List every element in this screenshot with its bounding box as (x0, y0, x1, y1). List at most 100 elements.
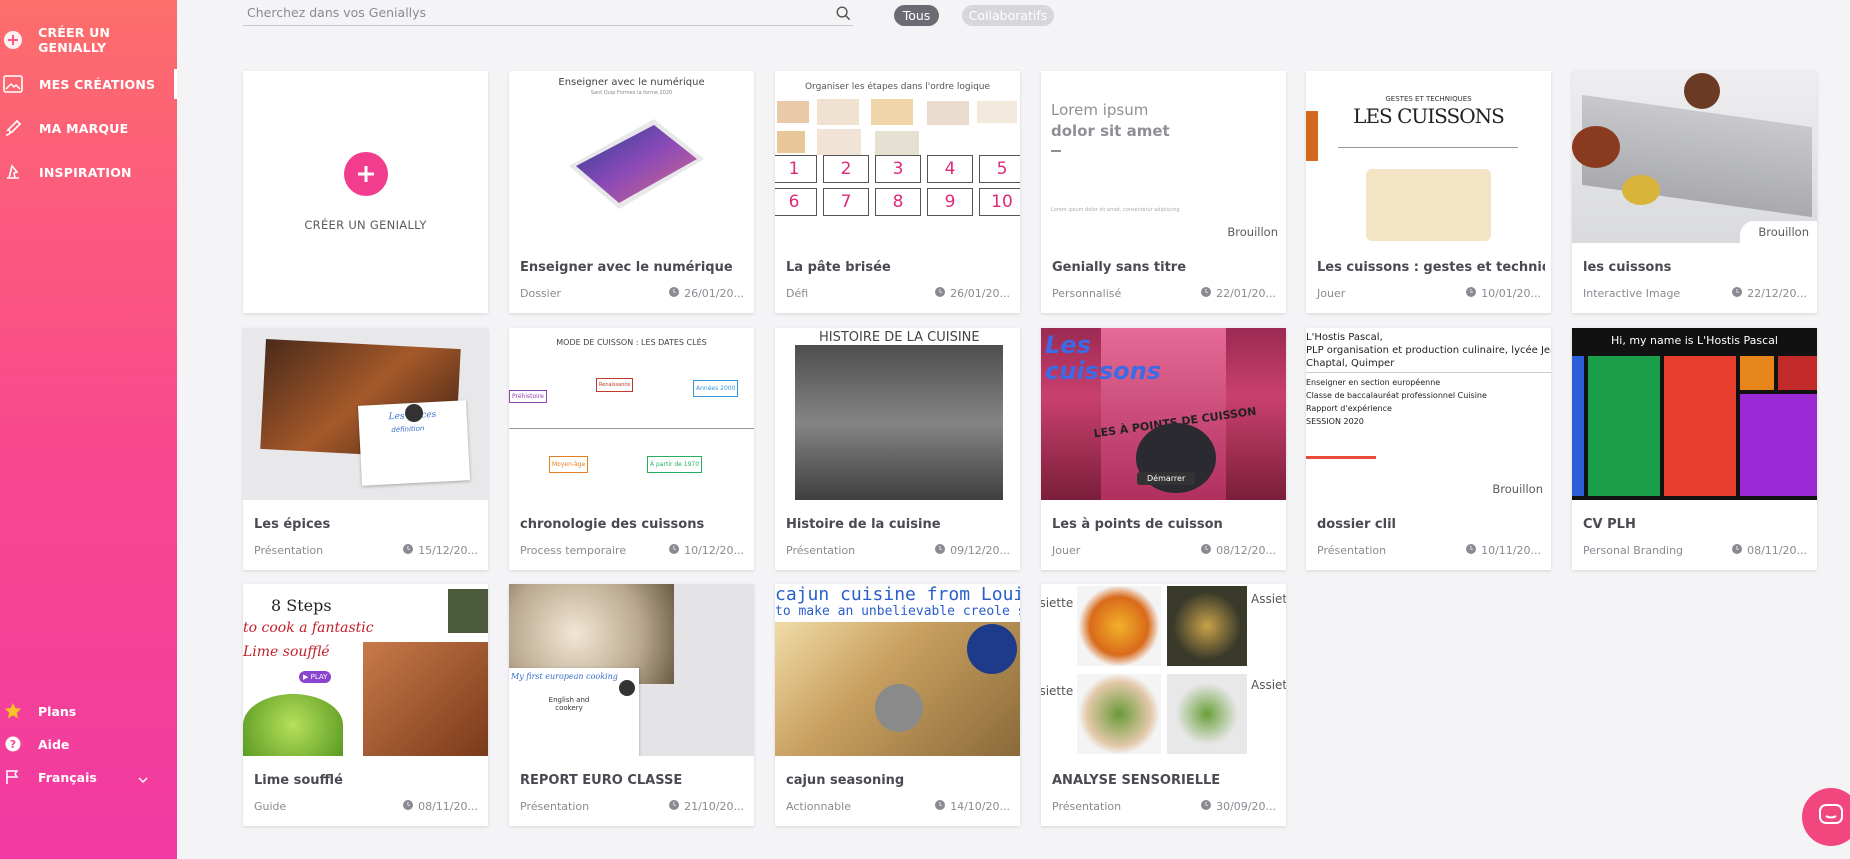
sidebar-item-plans[interactable]: Plans (0, 700, 177, 722)
sidebar-item-label: MA MARQUE (39, 120, 129, 136)
plate-image (1167, 586, 1247, 666)
card-thumbnail: Hi, my name is L'Hostis Pascal (1572, 328, 1817, 500)
note-card: My first european cooking English and co… (509, 668, 639, 756)
food-image (1684, 73, 1720, 109)
plate-image (1167, 674, 1247, 754)
sidebar-item-my-brand[interactable]: MA MARQUE (0, 113, 177, 143)
card-date: 10/01/20... (1466, 287, 1541, 300)
card-date: 15/12/20... (403, 544, 478, 557)
thumb-line: SESSION 2020 (1306, 417, 1364, 426)
card-date-text: 22/12/20... (1747, 287, 1807, 300)
chevron-down-icon[interactable] (138, 770, 148, 789)
card-type: Jouer (1317, 287, 1346, 300)
clock-icon (403, 544, 414, 557)
card-type: Actionnable (786, 800, 851, 813)
card-date-text: 14/10/20... (950, 800, 1010, 813)
timeline-box: Moyen-âge (549, 456, 589, 473)
sidebar-item-label: Français (38, 769, 97, 785)
card-date: 30/09/20... (1201, 800, 1276, 813)
card-title: Les épices (254, 517, 331, 532)
chef-hat-icon (619, 680, 635, 696)
filter-all[interactable]: Tous (894, 5, 939, 26)
card-date: 22/12/20... (1732, 287, 1807, 300)
genially-card[interactable]: HISTOIRE DE LA CUISINE Histoire de la cu… (775, 328, 1020, 570)
card-date-text: 08/11/20... (1747, 544, 1807, 557)
sidebar: CRÉER UN GENIALLY MES CRÉATIONS MA MARQU… (0, 0, 177, 859)
genially-card[interactable]: Lorem ipsum dolor sit amet Lorem ipsum d… (1041, 71, 1286, 313)
genially-card[interactable]: cajun cuisine from Louisiana to make an … (775, 584, 1020, 826)
lime-image (243, 694, 343, 756)
timeline-box: Renaissance (596, 378, 634, 392)
chat-icon (1818, 803, 1844, 831)
thumb-script: My first european cooking (511, 672, 618, 681)
timeline-box: À partir de 1970 (647, 456, 703, 473)
food-image (1572, 126, 1620, 168)
search-input[interactable] (243, 0, 803, 24)
thumb-big: LES CUISSONS (1353, 104, 1505, 128)
thumb-heading: Organiser les étapes dans l'ordre logiqu… (804, 82, 991, 92)
card-date: 22/01/20... (1201, 287, 1276, 300)
thumb-line3: Lime soufflé (243, 644, 330, 660)
number-tile: 2 (823, 155, 869, 183)
genially-card[interactable]: Brouillon les cuissons Interactive Image… (1572, 71, 1817, 313)
genially-card[interactable]: Hi, my name is L'Hostis Pascal CV PLH Pe… (1572, 328, 1817, 570)
genially-card[interactable]: GESTES ET TECHNIQUES LES CUISSONS Les cu… (1306, 71, 1551, 313)
genially-card[interactable]: MODE DE CUISSON : LES DATES CLÉS Préhist… (509, 328, 754, 570)
thumb-line: Enseigner en section européenne (1306, 378, 1441, 387)
sidebar-item-language[interactable]: Français (0, 766, 177, 788)
card-thumbnail: cajun cuisine from Louisiana to make an … (775, 584, 1020, 756)
clock-icon (669, 287, 680, 300)
card-type: Process temporaire (520, 544, 627, 557)
genially-card[interactable]: Les cuissons LES À POINTS DE CUISSON Dém… (1041, 328, 1286, 570)
card-date-text: 10/12/20... (684, 544, 744, 557)
search-icon[interactable] (836, 6, 851, 25)
card-thumbnail: Les épices définition (243, 328, 488, 500)
sidebar-item-help[interactable]: ? Aide (0, 733, 177, 755)
food-image (1622, 175, 1660, 205)
genially-card[interactable]: 8 Steps to cook a fantastic Lime soufflé… (243, 584, 488, 826)
card-type: Interactive Image (1583, 287, 1681, 300)
card-thumbnail: L'Hostis Pascal, PLP organisation et pro… (1306, 328, 1551, 500)
genially-card[interactable]: My first european cooking English and co… (509, 584, 754, 826)
card-date-text: 21/10/20... (684, 800, 744, 813)
sidebar-item-my-creations[interactable]: MES CRÉATIONS (0, 69, 177, 99)
thumb-line: PLP organisation et production culinaire… (1306, 345, 1551, 356)
plate-image (1077, 674, 1161, 754)
sidebar-item-inspiration[interactable]: INSPIRATION (0, 157, 177, 187)
card-title: CV PLH (1583, 517, 1636, 532)
card-title: les cuissons (1583, 260, 1672, 275)
sidebar-item-label: Aide (38, 736, 70, 752)
card-title: ANALYSE SENSORIELLE (1052, 773, 1221, 788)
numbers-grid: 1 2 3 4 5 6 7 8 9 10 (775, 155, 1020, 243)
clock-icon (1466, 287, 1477, 300)
clock-icon (403, 800, 414, 813)
genially-card[interactable]: L'Hostis Pascal, PLP organisation et pro… (1306, 328, 1551, 570)
card-type: Guide (254, 800, 287, 813)
card-date: 26/01/20... (935, 287, 1010, 300)
thumb-line2: to cook a fantastic (243, 620, 374, 636)
card-type: Dossier (520, 287, 562, 300)
thumb-line: Rapport d'expérience (1306, 404, 1392, 413)
create-genially-card[interactable]: CRÉER UN GENIALLY (243, 71, 488, 313)
number-tile: 9 (927, 188, 973, 216)
card-date: 10/11/20... (1466, 544, 1541, 557)
clock-icon (1466, 544, 1477, 557)
chat-button[interactable] (1802, 788, 1850, 846)
clock-icon (935, 287, 946, 300)
number-tile: 10 (979, 188, 1020, 216)
genially-card[interactable]: Assiette 1 Assiette 1 Assiette 2 Assiett… (1041, 584, 1286, 826)
genially-card[interactable]: Les épices définition Les épices Présent… (243, 328, 488, 570)
status-badge: Brouillon (1740, 221, 1817, 243)
chef-hat-icon (405, 404, 423, 422)
genially-card[interactable]: Organiser les étapes dans l'ordre logiqu… (775, 71, 1020, 313)
card-date-text: 22/01/20... (1216, 287, 1276, 300)
filter-collaborative[interactable]: Collaboratifs (962, 5, 1054, 26)
card-title: dossier clil (1317, 517, 1396, 532)
history-photo (795, 345, 1003, 500)
genially-card[interactable]: Enseigner avec le numérique Sant Quip Fo… (509, 71, 754, 313)
star-icon (3, 701, 23, 721)
sidebar-item-label: INSPIRATION (39, 164, 132, 180)
sidebar-item-create[interactable]: CRÉER UN GENIALLY (0, 25, 177, 55)
sidebar-item-label: Plans (38, 703, 77, 719)
number-tile: 4 (927, 155, 973, 183)
